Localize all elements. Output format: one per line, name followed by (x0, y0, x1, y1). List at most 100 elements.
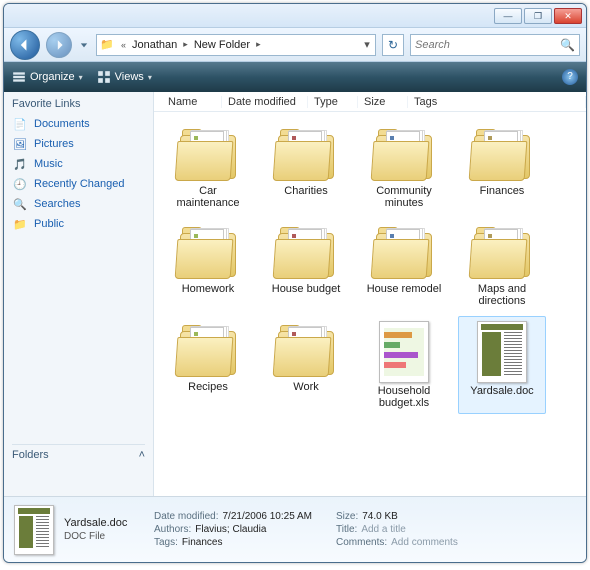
file-label: Finances (480, 185, 525, 197)
meta-val-comments[interactable]: Add comments (391, 537, 458, 548)
views-icon (97, 70, 111, 84)
file-item[interactable]: Community minutes (360, 120, 448, 214)
search-box[interactable]: 🔍 (410, 34, 580, 56)
sidebar-item-documents[interactable]: 📄 Documents (12, 114, 145, 134)
meta-key-size: Size: (336, 511, 358, 522)
file-label: Homework (182, 283, 235, 295)
details-filename: Yardsale.doc (64, 517, 144, 529)
breadcrumb-new-folder[interactable]: New Folder (192, 39, 252, 51)
sidebar-item-searches[interactable]: 🔍 Searches (12, 194, 145, 214)
sidebar: Favorite Links 📄Documents 🖼Pictures 🎵Mus… (4, 92, 154, 496)
folder-icon (272, 223, 340, 281)
column-type[interactable]: Type (308, 96, 358, 108)
body-area: Favorite Links 📄Documents 🖼Pictures 🎵Mus… (4, 92, 586, 496)
details-main: Yardsale.doc DOC File (64, 517, 144, 542)
sidebar-item-label: Searches (34, 198, 80, 210)
address-dropdown[interactable]: ▾ (359, 38, 375, 51)
file-item[interactable]: Maps and directions (458, 218, 546, 312)
chevron-down-icon (80, 41, 88, 49)
views-menu[interactable]: Views ▾ (97, 70, 152, 84)
sidebar-item-label: Music (34, 158, 63, 170)
file-label: Charities (284, 185, 327, 197)
forward-button[interactable] (46, 32, 72, 58)
meta-key-title: Title: (336, 524, 357, 535)
sidebar-item-label: Public (34, 218, 64, 230)
column-tags[interactable]: Tags (408, 96, 586, 108)
file-item[interactable]: Work (262, 316, 350, 414)
arrow-left-icon (18, 38, 32, 52)
sidebar-item-label: Documents (34, 118, 90, 130)
file-item[interactable]: House budget (262, 218, 350, 312)
file-item[interactable]: Recipes (164, 316, 252, 414)
address-bar[interactable]: 📁 « Jonathan ▸ New Folder ▸ ▾ (96, 34, 376, 56)
column-date[interactable]: Date modified (222, 96, 308, 108)
folder-icon (174, 125, 242, 183)
chevron-right-icon[interactable]: ▸ (179, 39, 192, 50)
searches-icon: 🔍 (12, 196, 28, 212)
nav-history-dropdown[interactable] (78, 36, 90, 54)
file-thumbnail (14, 505, 54, 555)
file-label: Car maintenance (167, 185, 249, 209)
folder-icon (174, 223, 242, 281)
file-grid[interactable]: Car maintenance Charities Community minute… (154, 112, 586, 496)
meta-key-tags: Tags: (154, 537, 178, 548)
file-label: Household budget.xls (363, 385, 445, 409)
sidebar-item-recently-changed[interactable]: 🕘Recently Changed (12, 174, 145, 194)
file-item[interactable]: House remodel (360, 218, 448, 312)
music-icon: 🎵 (12, 156, 28, 172)
maximize-button[interactable]: ❐ (524, 8, 552, 24)
folders-label: Folders (12, 449, 49, 461)
file-label: House remodel (367, 283, 442, 295)
minimize-button[interactable]: — (494, 8, 522, 24)
file-item[interactable]: Car maintenance (164, 120, 252, 214)
meta-val-title[interactable]: Add a title (361, 524, 405, 535)
help-button[interactable]: ? (562, 69, 578, 85)
file-item[interactable]: Household budget.xls (360, 316, 448, 414)
document-icon (477, 321, 527, 383)
file-label: Community minutes (363, 185, 445, 209)
folder-icon (468, 125, 536, 183)
meta-val-date: 7/21/2006 10:25 AM (222, 511, 312, 522)
titlebar: — ❐ ✕ (4, 4, 586, 28)
sidebar-item-pictures[interactable]: 🖼Pictures (12, 134, 145, 154)
meta-val-authors[interactable]: Flavius; Claudia (195, 524, 266, 535)
spreadsheet-icon (379, 321, 429, 383)
column-name[interactable]: Name (162, 96, 222, 108)
breadcrumb-overflow[interactable]: « (117, 40, 130, 50)
command-bar: Organize ▾ Views ▾ ? (4, 62, 586, 92)
sidebar-item-music[interactable]: 🎵 Music (12, 154, 145, 174)
file-item[interactable]: Yardsale.doc (458, 316, 546, 414)
folders-pane-header[interactable]: Folders ˄ (12, 444, 145, 461)
column-headers: Name Date modified Type Size Tags (154, 92, 586, 112)
main-pane: Name Date modified Type Size Tags Car ma… (154, 92, 586, 496)
file-item[interactable]: Homework (164, 218, 252, 312)
arrow-right-icon (53, 39, 65, 51)
search-input[interactable] (415, 39, 560, 51)
file-label: Maps and directions (461, 283, 543, 307)
refresh-button[interactable]: ↻ (382, 34, 404, 56)
back-button[interactable] (10, 30, 40, 60)
folder-icon: 📁 (97, 38, 117, 51)
search-icon[interactable]: 🔍 (560, 38, 575, 52)
folder-icon (272, 125, 340, 183)
meta-val-tags[interactable]: Finances (182, 537, 223, 548)
navigation-row: 📁 « Jonathan ▸ New Folder ▸ ▾ ↻ 🔍 (4, 28, 586, 62)
organize-icon (12, 70, 26, 84)
file-item[interactable]: Finances (458, 120, 546, 214)
file-label: House budget (272, 283, 341, 295)
organize-menu[interactable]: Organize ▾ (12, 70, 83, 84)
close-button[interactable]: ✕ (554, 8, 582, 24)
folder-icon (370, 125, 438, 183)
sidebar-item-label: Recently Changed (34, 178, 125, 190)
chevron-up-icon: ˄ (139, 449, 145, 461)
file-label: Work (293, 381, 318, 393)
file-label: Yardsale.doc (470, 385, 533, 397)
public-icon: 📁 (12, 216, 28, 232)
views-label: Views (115, 71, 144, 83)
column-size[interactable]: Size (358, 96, 408, 108)
file-item[interactable]: Charities (262, 120, 350, 214)
breadcrumb-jonathan[interactable]: Jonathan (130, 39, 179, 51)
sidebar-item-public[interactable]: 📁 Public (12, 214, 145, 234)
documents-icon: 📄 (12, 116, 28, 132)
chevron-right-icon[interactable]: ▸ (252, 39, 265, 50)
